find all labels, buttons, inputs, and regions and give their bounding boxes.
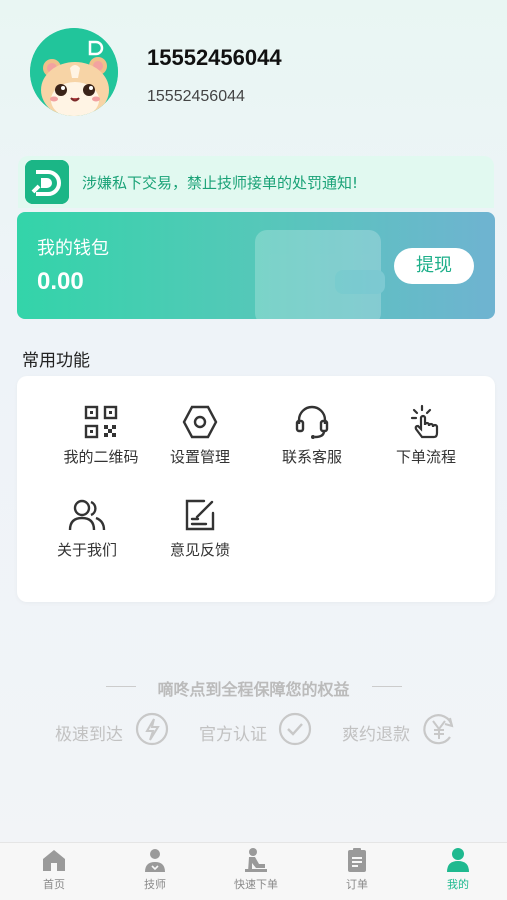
- tab-technician[interactable]: 技师: [115, 847, 195, 892]
- order-clipboard-icon: [348, 848, 366, 872]
- wallet-card[interactable]: 我的钱包 0.00 提现: [17, 212, 495, 319]
- app-logo-icon: [25, 160, 69, 204]
- tab-quick-order[interactable]: 快速下单: [216, 847, 296, 892]
- func-order-process[interactable]: 下单流程: [371, 404, 481, 467]
- func-label: 我的二维码: [63, 448, 139, 466]
- divider: [372, 686, 402, 687]
- profile-header[interactable]: 15552456044 15552456044: [30, 28, 490, 118]
- functions-title: 常用功能: [22, 351, 90, 371]
- tab-label: 快速下单: [234, 878, 278, 891]
- yen-refund-icon: [423, 714, 454, 745]
- settings-hex-icon: [182, 405, 218, 439]
- func-about-us[interactable]: 关于我们: [32, 497, 142, 560]
- func-my-qrcode[interactable]: 我的二维码: [46, 404, 156, 467]
- func-label: 下单流程: [395, 448, 456, 466]
- guarantee-official-cert: 官方认证: [199, 712, 319, 752]
- quick-order-icon: [245, 848, 267, 872]
- guarantee-label: 极速到达: [55, 725, 123, 745]
- headset-icon: [295, 405, 329, 439]
- home-icon: [43, 850, 65, 871]
- functions-card: 我的二维码 设置管理 联系客服 下单流程 关于我们 意见反馈: [17, 376, 495, 602]
- hamster-avatar-icon: [30, 28, 118, 116]
- avatar[interactable]: [30, 28, 118, 116]
- tab-label: 订单: [346, 878, 368, 891]
- wallet-title: 我的钱包: [37, 238, 109, 259]
- edit-note-icon: [185, 499, 215, 531]
- tab-label: 首页: [43, 878, 65, 891]
- wallet-decoration-icon: [255, 230, 385, 319]
- tab-orders[interactable]: 订单: [317, 847, 397, 892]
- notice-bar[interactable]: 涉嫌私下交易，禁止技师接单的处罚通知!: [18, 156, 494, 208]
- func-settings[interactable]: 设置管理: [145, 404, 255, 467]
- func-label: 关于我们: [56, 541, 117, 559]
- tab-label: 我的: [447, 878, 469, 891]
- app-logo: [25, 160, 69, 204]
- guarantee-label: 官方认证: [199, 725, 267, 745]
- tab-label: 技师: [144, 878, 166, 891]
- technician-icon: [145, 849, 165, 872]
- guarantee-label: 爽约退款: [342, 725, 410, 745]
- wallet-balance: 0.00: [37, 268, 84, 295]
- notice-text[interactable]: 涉嫌私下交易，禁止技师接单的处罚通知!: [82, 172, 358, 193]
- user-subtitle: 15552456044: [147, 88, 245, 105]
- func-label: 意见反馈: [169, 541, 230, 559]
- user-icon: [447, 848, 469, 872]
- lightning-icon: [135, 712, 169, 746]
- func-feedback[interactable]: 意见反馈: [145, 497, 255, 560]
- func-customer-service[interactable]: 联系客服: [257, 404, 367, 467]
- guarantee-fast-arrival: 极速到达: [55, 712, 175, 752]
- func-label: 设置管理: [169, 448, 230, 466]
- withdraw-button[interactable]: 提现: [394, 248, 474, 284]
- guarantee-title: 嘀咚点到全程保障您的权益: [157, 680, 350, 699]
- func-label: 联系客服: [281, 448, 342, 466]
- guarantee-refund: 爽约退款: [342, 712, 462, 752]
- tab-home[interactable]: 首页: [14, 847, 94, 892]
- bottom-tab-bar: 首页 技师 快速下单 订单 我的: [0, 842, 507, 900]
- user-phone: 15552456044: [147, 45, 282, 70]
- qr-code-icon: [84, 405, 118, 439]
- tap-hand-icon: [410, 404, 439, 439]
- users-icon: [68, 499, 106, 531]
- tab-mine[interactable]: 我的: [418, 847, 498, 892]
- check-circle-icon: [278, 712, 312, 746]
